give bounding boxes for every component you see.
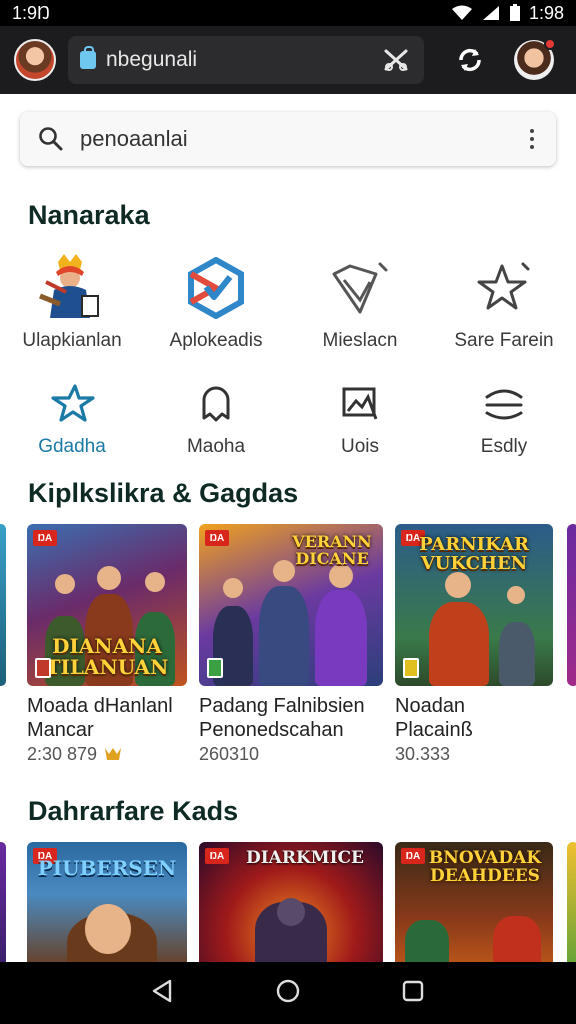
next-card-peek [567,842,576,962]
wifi-icon [451,5,472,20]
status-icons: 1:98 [451,3,564,24]
sync-icon[interactable] [446,36,494,84]
star-icon [454,252,554,324]
rating-chip [35,658,51,678]
category-grid-row2: Gdadha Maoha Uois Esdly [0,378,576,458]
category-item[interactable]: Aplokeadis [144,252,288,352]
system-nav-bar [0,962,576,1024]
plane-star-icon [22,378,122,430]
category-item[interactable]: Uois [288,378,432,458]
top-search-field[interactable]: nbegunali [68,36,424,84]
card-badge: ŊA [33,530,57,546]
card-banner-text: BNOVADAK DEAHDEES [428,848,542,886]
heart-tag-icon [310,252,410,324]
category-label: Maoha [186,436,246,457]
category-item[interactable]: Gdadha [0,378,144,458]
game-thumbnail: ŊA PIUBERSEN [27,842,187,962]
card-subtitle: Penonedscahan [199,719,344,741]
recents-icon[interactable] [400,978,426,1009]
apps-hex-icon [166,252,266,324]
signal-icon [482,6,499,20]
game-card[interactable]: ŊA PIUBERSEN [27,842,187,962]
close-icon[interactable] [378,42,414,78]
account-avatar[interactable] [514,38,556,80]
award-icon [105,747,122,760]
notification-dot [544,38,556,50]
status-bar: 1:9Ŋ 1:98 [0,0,576,26]
game-card[interactable]: ŊA DIARKMICE [199,842,383,962]
category-grid-row1: Ulapkianlan Aplokeadis Mieslacn Sare Far… [0,252,576,352]
category-item[interactable]: Mieslacn [288,252,432,352]
top-search-text: nbegunali [106,48,198,71]
status-time-right: 1:98 [528,2,564,23]
app-bar: nbegunali [0,26,576,94]
category-label: Aplokeadis [169,330,263,351]
category-item[interactable]: Ulapkianlan [0,252,144,352]
category-label: Ulapkianlan [22,330,122,351]
section1-title: Kiplkslikra & Gagdas [28,478,299,508]
back-icon[interactable] [150,978,176,1009]
card-meta: 2:30 879 [27,744,187,765]
card-title: Moada dHanlanl [27,695,173,717]
card-subtitle: Placainß [395,719,473,741]
shopping-bag-icon [80,46,96,69]
previous-card-peek [0,524,6,686]
game-card[interactable]: ŊA BNOVADAK DEAHDEES [395,842,553,962]
image-frame-icon [310,378,410,430]
search-icon [39,127,63,151]
section1-carousel[interactable]: ŊA DIANANA TILANUAN Moada dHanlanl Manca… [0,524,576,784]
card-subtitle: Mancar [27,719,94,741]
game-thumbnail: ŊA PARNIKAR VUKCHEN [395,524,553,686]
game-card[interactable]: ŊA PARNIKAR VUKCHEN Noadan Placainß 30.3… [395,524,553,765]
category-label-active: Gdadha [38,436,106,457]
card-price: 30.333 [395,744,451,764]
game-thumbnail: ŊA VERANN DICANE [199,524,383,686]
categories-title: Nanaraka [28,200,150,230]
card-price: 260310 [199,744,260,764]
category-item[interactable]: Esdly [432,378,576,458]
home-icon[interactable] [275,978,301,1009]
card-banner-text: DIANANA TILANUAN [45,634,169,679]
section2-carousel[interactable]: ŊA PIUBERSEN ŊA DIARKMICE ŊA BNOVADAK DE… [0,842,576,962]
more-options-icon[interactable] [522,124,542,154]
card-banner-text: PIUBERSEN [37,856,177,880]
game-hero-icon [22,252,122,324]
previous-card-peek [0,842,6,962]
card-banner-text: DIARKMICE [245,848,365,868]
rating-chip [207,658,223,678]
battery-icon [509,4,520,21]
search-input[interactable]: penoaanlai [80,126,522,152]
category-label: Esdly [480,436,528,457]
card-badge: ŊA [401,848,425,864]
game-card[interactable]: ŊA VERANN DICANE Padang Falnibsien Penon… [199,524,383,765]
card-title: Padang Falnibsien [199,695,365,717]
status-time: 1:9Ŋ [12,2,51,23]
category-label: Uois [340,436,379,457]
game-card[interactable]: ŊA DIANANA TILANUAN Moada dHanlanl Manca… [27,524,187,765]
card-badge: ŊA [205,530,229,546]
next-card-peek [567,524,576,686]
card-badge: ŊA [205,848,229,864]
category-item[interactable]: Maoha [144,378,288,458]
card-title: Noadan [395,695,466,717]
rating-chip [403,658,419,678]
game-thumbnail: ŊA DIANANA TILANUAN [27,524,187,686]
category-label: Sare Farein [454,330,554,351]
card-price: 2:30 879 [27,744,98,764]
category-item[interactable]: Sare Farein [432,252,576,352]
waves-icon [454,378,554,430]
card-banner-text: PARNIKAR VUKCHEN [419,534,529,574]
card-banner-text: VERANN DICANE [292,532,372,568]
search-bar[interactable]: penoaanlai [20,112,556,166]
ghost-icon [166,378,266,430]
game-thumbnail: ŊA DIARKMICE [199,842,383,962]
game-thumbnail: ŊA BNOVADAK DEAHDEES [395,842,553,962]
card-meta: 260310 [199,744,383,765]
card-meta: 30.333 [395,744,553,765]
section2-title: Dahrarfare Kads [28,796,239,826]
category-label: Mieslacn [322,330,398,351]
profile-avatar[interactable] [14,39,56,81]
